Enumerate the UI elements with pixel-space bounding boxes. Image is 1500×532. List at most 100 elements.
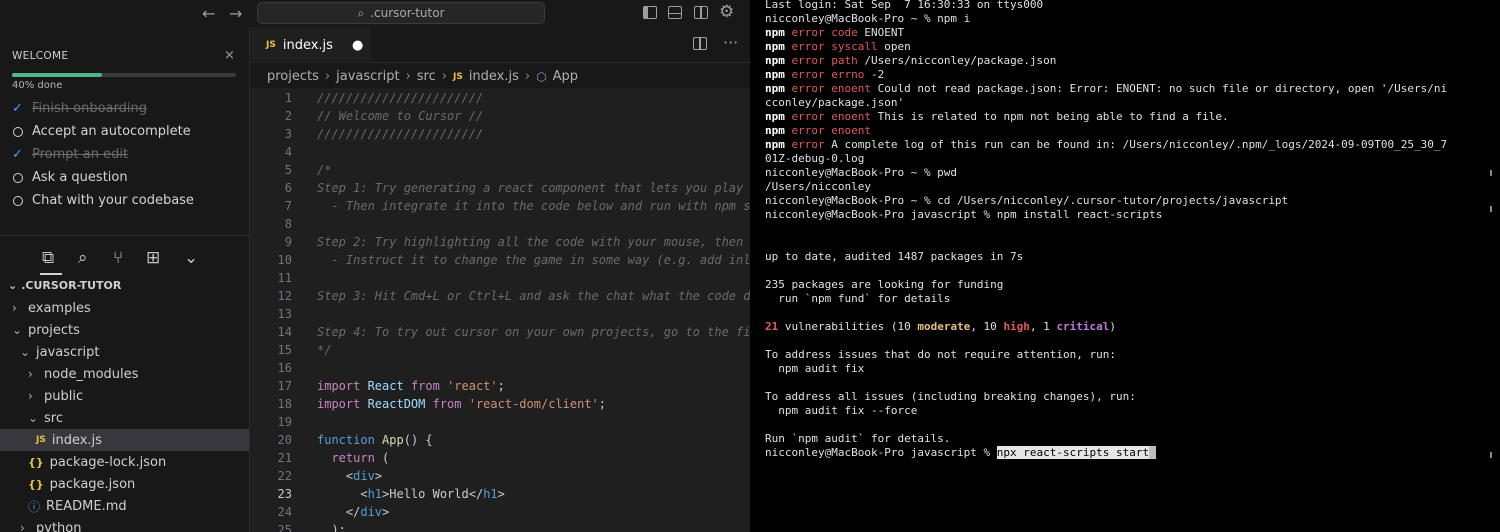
tree-item-label: node_modules xyxy=(44,366,139,382)
line-number: 14 xyxy=(277,325,292,339)
search-icon[interactable]: ⌕ xyxy=(78,248,88,268)
terminal-line: npm error A complete log of this run can… xyxy=(765,138,1495,152)
chevron-down-icon: ⌄ xyxy=(20,345,31,359)
code-token: Step 2: Try highlighting all the code wi… xyxy=(317,235,744,249)
search-box-text: .cursor-tutor xyxy=(370,6,445,20)
code-editor[interactable]: 1 /////////////////////// 2 // Welcome to C… xyxy=(250,88,750,532)
code-token: ); xyxy=(317,523,346,532)
checkmark-icon: ✓ xyxy=(12,147,23,162)
chevron-right-icon: › xyxy=(20,521,25,532)
code-token: import xyxy=(317,397,368,411)
onboarding-step[interactable]: Accept an autocomplete xyxy=(12,124,191,139)
code-line: 2 // Welcome to Cursor // xyxy=(250,107,750,125)
breadcrumb-item[interactable]: src xyxy=(417,69,436,84)
checkmark-icon: ✓ xyxy=(12,101,23,116)
tree-item-folder[interactable]: ⌄ projects xyxy=(0,319,249,341)
onboarding-step[interactable]: Chat with your codebase xyxy=(12,193,194,208)
tree-item-folder[interactable]: ⌄ src xyxy=(0,407,249,429)
close-icon[interactable]: × xyxy=(224,48,235,63)
toggle-primary-sidebar-icon[interactable] xyxy=(643,6,657,19)
terminal-token: /Users/nicconley xyxy=(765,180,871,193)
tree-item-folder[interactable]: ⌄ javascript xyxy=(0,341,249,363)
code-line: 3 /////////////////////// xyxy=(250,125,750,143)
progress-label: 40% done xyxy=(12,80,63,91)
terminal-token: nicconley@MacBook-Pro javascript % xyxy=(765,446,997,459)
code-line: 8 xyxy=(250,215,750,233)
unsaved-dot-icon[interactable]: ● xyxy=(352,38,363,53)
tab-index-js[interactable]: JS index.js ● xyxy=(250,27,371,63)
code-token: < xyxy=(317,487,368,501)
terminal-token: 21 xyxy=(765,320,779,333)
back-arrow-icon[interactable]: ← xyxy=(202,4,215,23)
terminal-token: 235 packages are looking for funding xyxy=(765,278,1004,291)
code-token: > xyxy=(497,487,505,501)
split-editor-icon[interactable] xyxy=(693,37,707,50)
search-icon: ⌕ xyxy=(357,5,365,20)
tree-item-folder[interactable]: › node_modules xyxy=(0,363,249,385)
tree-item-folder[interactable]: › examples xyxy=(0,297,249,319)
breadcrumb-item[interactable]: javascript xyxy=(336,69,399,84)
terminal-token: path xyxy=(831,54,858,67)
terminal-token: 01Z-debug-0.log xyxy=(765,152,865,165)
code-token: /* xyxy=(317,163,332,177)
source-control-icon[interactable]: ⑂ xyxy=(113,248,123,268)
line-number: 7 xyxy=(284,199,292,213)
onboarding-step[interactable]: ✓ Finish onboarding xyxy=(12,101,147,116)
line-number: 4 xyxy=(284,145,292,159)
breadcrumb-item[interactable]: index.js xyxy=(469,69,519,84)
tree-item-label: examples xyxy=(28,300,91,316)
terminal-window[interactable]: Last login: Sat Sep 7 16:30:33 on ttys00… xyxy=(760,0,1500,532)
tree-item-md[interactable]: ⓘ README.md xyxy=(0,495,249,517)
tree-item-folder[interactable]: › public xyxy=(0,385,249,407)
terminal-token: error xyxy=(791,40,832,53)
terminal-line: cconley/package.json' xyxy=(765,96,1495,110)
tree-item-label: index.js xyxy=(51,432,102,448)
tree-item-label: src xyxy=(44,410,63,426)
line-number: 13 xyxy=(277,307,292,321)
code-token: div xyxy=(353,469,375,483)
forward-arrow-icon[interactable]: → xyxy=(229,4,242,23)
tree-item-json[interactable]: {} package-lock.json xyxy=(0,451,249,473)
terminal-line: npm error code ENOENT xyxy=(765,26,1495,40)
terminal-line: nicconley@MacBook-Pro javascript % npm i… xyxy=(765,208,1495,222)
terminal-line: up to date, audited 1487 packages in 7s xyxy=(765,250,1495,264)
circle-icon xyxy=(13,172,23,183)
command-search-box[interactable]: ⌕ .cursor-tutor xyxy=(257,2,545,24)
terminal-token: error xyxy=(791,124,832,137)
terminal-line: nicconley@MacBook-Pro ~ % pwd xyxy=(765,166,1495,180)
terminal-token: To address all issues (including breakin… xyxy=(765,390,1136,403)
terminal-token: , 10 xyxy=(970,320,1004,333)
gear-icon[interactable]: ⚙ xyxy=(719,2,734,22)
terminal-token: npm xyxy=(765,54,792,67)
circle-icon xyxy=(13,195,23,206)
line-number: 5 xyxy=(284,163,292,177)
explorer-root-header[interactable]: ⌄ .CURSOR-TUTOR xyxy=(8,279,121,292)
terminal-token: error xyxy=(791,82,832,95)
tree-item-folder[interactable]: › python xyxy=(0,517,249,532)
chevron-down-icon[interactable]: ⌄ xyxy=(184,248,198,268)
code-token: return xyxy=(331,451,383,465)
code-line: 25 ); xyxy=(250,521,750,532)
code-line: 5 /* xyxy=(250,161,750,179)
breadcrumb-item[interactable]: App xyxy=(553,69,578,84)
terminal-token: /Users/nicconley/package.json xyxy=(857,54,1057,67)
tree-item-js[interactable]: JS index.js xyxy=(0,429,249,451)
more-actions-icon[interactable]: ··· xyxy=(723,33,738,52)
chevron-right-icon: › xyxy=(28,389,33,403)
js-file-icon: JS xyxy=(266,40,276,50)
toggle-panel-icon[interactable] xyxy=(668,6,682,19)
terminal-line: nicconley@MacBook-Pro ~ % cd /Users/nicc… xyxy=(765,194,1495,208)
toggle-secondary-sidebar-icon[interactable] xyxy=(694,6,708,19)
extensions-icon[interactable]: ⊞ xyxy=(146,248,160,268)
code-line: 18 import ReactDOM from 'react-dom/client… xyxy=(250,395,750,413)
onboarding-step[interactable]: ✓ Prompt an edit xyxy=(12,147,128,162)
breadcrumb-item[interactable]: projects xyxy=(267,69,319,84)
tree-item-json[interactable]: {} package.json xyxy=(0,473,249,495)
onboarding-step[interactable]: Ask a question xyxy=(12,170,128,185)
terminal-token: vulnerabilities (10 xyxy=(778,320,918,333)
terminal-token: -2 xyxy=(864,68,885,81)
terminal-token: error xyxy=(791,26,832,39)
files-icon[interactable]: ⧉ xyxy=(42,248,54,268)
